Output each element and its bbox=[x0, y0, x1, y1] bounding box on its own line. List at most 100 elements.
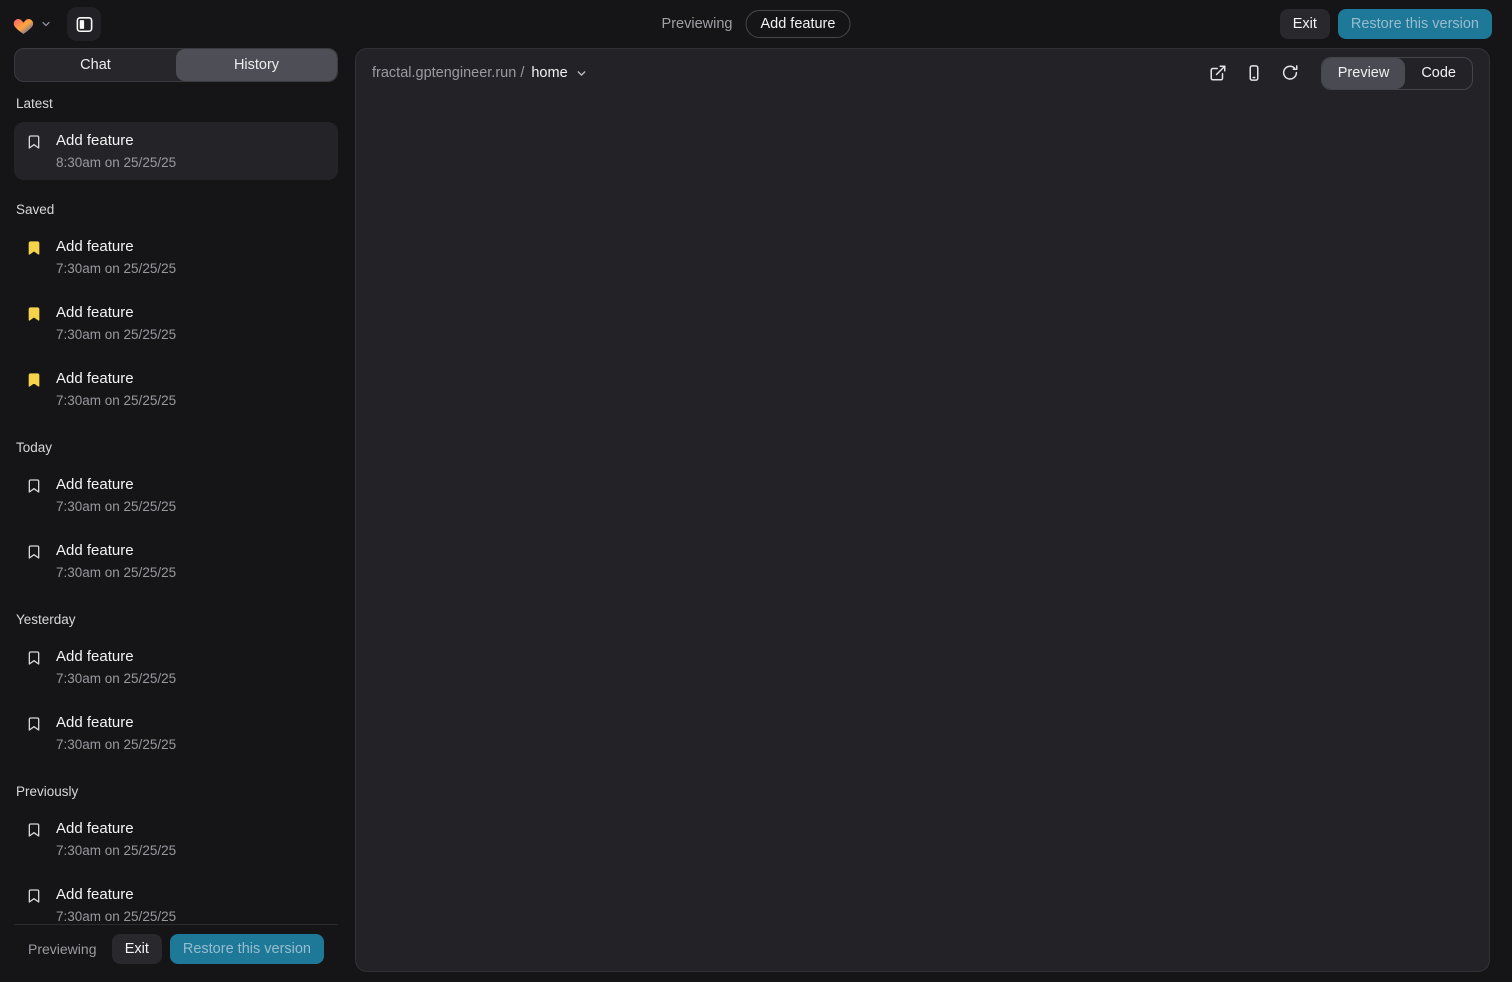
history-sidebar: ChatHistory Latest Add feature 8:30am on… bbox=[14, 48, 338, 972]
version-item-text: Add feature 7:30am on 25/25/25 bbox=[56, 541, 176, 581]
history-section: Latest Add feature 8:30am on 25/25/25 bbox=[14, 96, 338, 180]
history-section-items: Add feature 7:30am on 25/25/25 Add featu… bbox=[14, 638, 338, 762]
history-section: Saved Add feature 7:30am on 25/25/25 Add… bbox=[14, 202, 338, 418]
preview-header: fractal.gptengineer.run / home bbox=[356, 49, 1489, 97]
version-item[interactable]: Add feature 7:30am on 25/25/25 bbox=[14, 360, 338, 418]
history-section-items: Add feature 7:30am on 25/25/25 Add featu… bbox=[14, 228, 338, 418]
version-item[interactable]: Add feature 7:30am on 25/25/25 bbox=[14, 638, 338, 696]
tab-history[interactable]: History bbox=[176, 49, 337, 81]
version-list: Latest Add feature 8:30am on 25/25/25 Sa… bbox=[14, 82, 338, 924]
view-toggle-code[interactable]: Code bbox=[1405, 58, 1472, 89]
version-item[interactable]: Add feature 7:30am on 25/25/25 bbox=[14, 532, 338, 590]
topbar-actions: Exit Restore this version bbox=[1280, 9, 1492, 39]
bookmark-icon bbox=[26, 240, 42, 256]
version-item-text: Add feature 7:30am on 25/25/25 bbox=[56, 369, 176, 409]
url-current-page: home bbox=[531, 65, 567, 81]
view-toggle-preview[interactable]: Preview bbox=[1322, 58, 1406, 89]
view-toggle: PreviewCode bbox=[1321, 57, 1473, 90]
history-section-label: Previously bbox=[16, 784, 336, 799]
history-section-label: Today bbox=[16, 440, 336, 455]
version-item[interactable]: Add feature 7:30am on 25/25/25 bbox=[14, 810, 338, 868]
sidebar-toggle-button[interactable] bbox=[67, 7, 101, 41]
bookmark-icon bbox=[26, 544, 42, 560]
url-prefix: fractal.gptengineer.run / bbox=[372, 65, 524, 81]
version-timestamp: 7:30am on 25/25/25 bbox=[56, 736, 176, 753]
version-timestamp: 7:30am on 25/25/25 bbox=[56, 392, 176, 409]
history-section: Today Add feature 7:30am on 25/25/25 Add… bbox=[14, 440, 338, 590]
version-title: Add feature bbox=[56, 647, 176, 667]
version-item[interactable]: Add feature 8:30am on 25/25/25 bbox=[14, 122, 338, 180]
bookmark-icon bbox=[26, 372, 42, 388]
sidebar-tabs: ChatHistory bbox=[14, 48, 338, 82]
version-timestamp: 8:30am on 25/25/25 bbox=[56, 154, 176, 171]
bookmark-icon bbox=[26, 888, 42, 904]
chevron-down-icon bbox=[575, 67, 588, 80]
history-section: Yesterday Add feature 7:30am on 25/25/25… bbox=[14, 612, 338, 762]
version-item-text: Add feature 7:30am on 25/25/25 bbox=[56, 475, 176, 515]
preview-pane: fractal.gptengineer.run / home bbox=[355, 48, 1490, 972]
version-timestamp: 7:30am on 25/25/25 bbox=[56, 326, 176, 343]
topbar: Previewing Add feature Exit Restore this… bbox=[0, 0, 1512, 48]
version-item-text: Add feature 8:30am on 25/25/25 bbox=[56, 131, 176, 171]
tab-chat[interactable]: Chat bbox=[15, 49, 176, 81]
version-item[interactable]: Add feature 7:30am on 25/25/25 bbox=[14, 294, 338, 352]
version-item-text: Add feature 7:30am on 25/25/25 bbox=[56, 303, 176, 343]
history-section-label: Yesterday bbox=[16, 612, 336, 627]
version-title: Add feature bbox=[56, 819, 176, 839]
version-title: Add feature bbox=[56, 541, 176, 561]
version-title: Add feature bbox=[56, 713, 176, 733]
version-timestamp: 7:30am on 25/25/25 bbox=[56, 260, 176, 277]
version-timestamp: 7:30am on 25/25/25 bbox=[56, 498, 176, 515]
version-item[interactable]: Add feature 7:30am on 25/25/25 bbox=[14, 466, 338, 524]
bookmark-icon bbox=[26, 306, 42, 322]
version-title: Add feature bbox=[56, 131, 176, 151]
version-item-text: Add feature 7:30am on 25/25/25 bbox=[56, 885, 176, 924]
external-link-icon bbox=[1209, 64, 1227, 82]
footer-previewing-label: Previewing bbox=[28, 941, 96, 957]
history-section-label: Saved bbox=[16, 202, 336, 217]
sidebar-footer: Previewing Exit Restore this version bbox=[14, 924, 338, 972]
version-title: Add feature bbox=[56, 885, 176, 905]
previewing-label: Previewing bbox=[662, 16, 733, 32]
bookmark-icon bbox=[26, 822, 42, 838]
content-area: ChatHistory Latest Add feature 8:30am on… bbox=[14, 48, 1490, 972]
version-title: Add feature bbox=[56, 369, 176, 389]
version-item-text: Add feature 7:30am on 25/25/25 bbox=[56, 647, 176, 687]
chevron-down-icon[interactable] bbox=[40, 18, 52, 30]
version-title: Add feature bbox=[56, 303, 176, 323]
history-section-items: Add feature 8:30am on 25/25/25 bbox=[14, 122, 338, 180]
heart-logo-icon[interactable] bbox=[12, 14, 35, 35]
version-title: Add feature bbox=[56, 237, 176, 257]
version-item-text: Add feature 7:30am on 25/25/25 bbox=[56, 237, 176, 277]
version-timestamp: 7:30am on 25/25/25 bbox=[56, 670, 176, 687]
version-title: Add feature bbox=[56, 475, 176, 495]
version-item-text: Add feature 7:30am on 25/25/25 bbox=[56, 819, 176, 859]
preview-toolbar: PreviewCode bbox=[1209, 57, 1473, 90]
version-item[interactable]: Add feature 7:30am on 25/25/25 bbox=[14, 228, 338, 286]
version-timestamp: 7:30am on 25/25/25 bbox=[56, 908, 176, 924]
exit-button[interactable]: Exit bbox=[1280, 9, 1330, 39]
refresh-button[interactable] bbox=[1281, 64, 1299, 82]
refresh-icon bbox=[1281, 64, 1299, 82]
history-section-items: Add feature 7:30am on 25/25/25 Add featu… bbox=[14, 810, 338, 924]
restore-version-button[interactable]: Restore this version bbox=[1338, 9, 1492, 39]
history-section: Previously Add feature 7:30am on 25/25/2… bbox=[14, 784, 338, 924]
version-badge[interactable]: Add feature bbox=[745, 10, 850, 38]
version-item[interactable]: Add feature 7:30am on 25/25/25 bbox=[14, 876, 338, 924]
version-timestamp: 7:30am on 25/25/25 bbox=[56, 564, 176, 581]
version-item[interactable]: Add feature 7:30am on 25/25/25 bbox=[14, 704, 338, 762]
footer-exit-button[interactable]: Exit bbox=[112, 934, 162, 964]
history-section-label: Latest bbox=[16, 96, 336, 111]
url-selector[interactable]: fractal.gptengineer.run / home bbox=[372, 65, 588, 81]
open-in-new-window-button[interactable] bbox=[1209, 64, 1227, 82]
panel-left-icon bbox=[75, 15, 94, 34]
footer-buttons: Exit Restore this version bbox=[112, 934, 324, 964]
version-item-text: Add feature 7:30am on 25/25/25 bbox=[56, 713, 176, 753]
version-timestamp: 7:30am on 25/25/25 bbox=[56, 842, 176, 859]
mobile-view-button[interactable] bbox=[1245, 64, 1263, 82]
bookmark-icon bbox=[26, 650, 42, 666]
footer-restore-version-button[interactable]: Restore this version bbox=[170, 934, 324, 964]
smartphone-icon bbox=[1245, 64, 1263, 82]
history-section-items: Add feature 7:30am on 25/25/25 Add featu… bbox=[14, 466, 338, 590]
preview-viewport[interactable] bbox=[356, 97, 1489, 971]
